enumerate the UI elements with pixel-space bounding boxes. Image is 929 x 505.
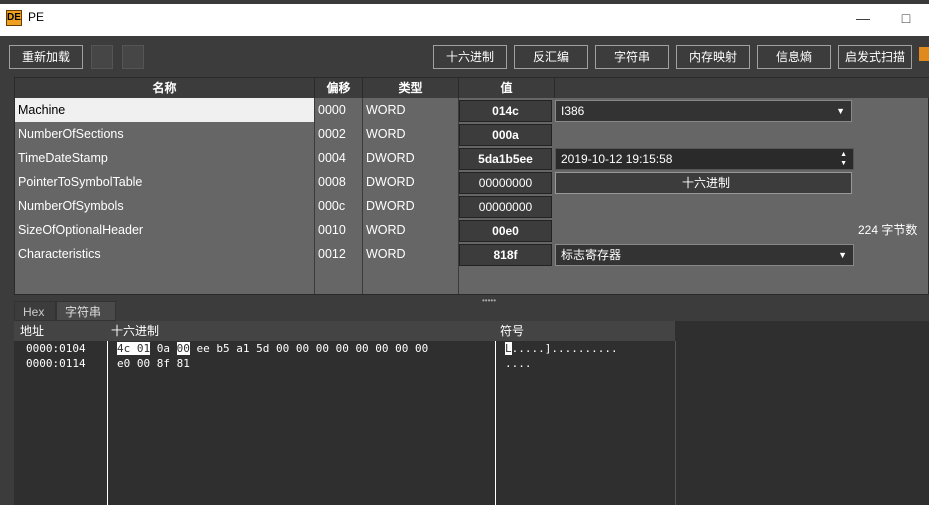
characteristics-select[interactable]: 标志寄存器 ▼ [555,244,854,266]
column-header-type[interactable]: 类型 [363,78,459,98]
field-type: DWORD [366,175,415,189]
grip-icon: ••••• [482,296,497,305]
app-logo-icon: DE [6,10,22,26]
hex-byte-text: ee b5 a1 5d 00 00 00 00 00 00 00 00 [189,342,429,355]
hex-view[interactable]: 地址 十六进制 符号 0000:0104 4c 01 0a 00 ee b5 a… [14,321,929,505]
hex-bytes[interactable]: 4c 01 0a 00 ee b5 a1 5d 00 00 00 00 00 0… [117,342,428,355]
hex-header: 地址 十六进制 符号 [14,321,675,341]
field-offset: 0010 [318,223,346,237]
hex-byte-text: 0a [150,342,177,355]
field-type: DWORD [366,199,415,213]
splitter-handle[interactable]: ••••• [0,295,929,305]
title-bar: DE PE — □ [0,0,929,36]
memory-map-button[interactable]: 内存映射 [676,45,750,69]
field-offset: 0008 [318,175,346,189]
table-row[interactable]: Machine 0000 WORD 014c I386 ▼ [15,98,929,122]
entropy-button[interactable]: 信息熵 [757,45,831,69]
hex-divider [107,341,108,505]
table-row[interactable]: TimeDateStamp 0004 DWORD 5da1b5ee 2019-1… [15,146,929,170]
hex-divider [675,341,676,505]
field-offset: 0004 [318,151,346,165]
field-name: TimeDateStamp [18,151,108,165]
field-value[interactable]: 00e0 [459,220,552,242]
orange-edge-marker [919,47,929,61]
symbol-selection[interactable]: L [505,342,512,355]
timestamp-spinbox[interactable]: 2019-10-12 19:15:58 ▲ ▼ [555,148,854,170]
field-value[interactable]: 014c [459,100,552,122]
hex-button[interactable]: 十六进制 [433,45,507,69]
field-offset: 0000 [318,103,346,117]
chevron-down-icon: ▼ [838,250,847,260]
table-header: 名称 偏移 类型 值 [15,78,929,98]
hex-bytes[interactable]: e0 00 8f 81 [117,357,190,370]
column-header-name[interactable]: 名称 [15,78,315,98]
spin-arrows-icon[interactable]: ▲ ▼ [840,150,847,168]
field-type: WORD [366,223,406,237]
tab-hex[interactable]: Hex [14,301,56,321]
toolbar-blank-button-1[interactable] [91,45,113,69]
field-name: SizeOfOptionalHeader [18,223,144,237]
column-divider [458,98,459,294]
hex-address: 0000:0114 [26,357,86,370]
field-value[interactable]: 5da1b5ee [459,148,552,170]
characteristics-select-value: 标志寄存器 [561,248,622,262]
symbol-text: .....].......... [511,342,618,355]
table-row[interactable]: SizeOfOptionalHeader 0010 WORD 00e0 224 … [15,218,929,242]
hex-header-hex: 十六进制 [111,324,160,338]
table-row[interactable]: PointerToSymbolTable 0008 DWORD 00000000… [15,170,929,194]
column-header-offset[interactable]: 偏移 [315,78,363,98]
field-name: Characteristics [18,247,101,261]
column-divider [362,98,363,294]
field-value[interactable]: 000a [459,124,552,146]
heuristic-scan-button[interactable]: 启发式扫描 [838,45,912,69]
field-offset: 000c [318,199,346,213]
field-type: WORD [366,247,406,261]
column-divider [314,98,315,294]
strings-button[interactable]: 字符串 [595,45,669,69]
field-name: PointerToSymbolTable [18,175,143,189]
maximize-button[interactable]: □ [896,9,916,27]
minimize-button[interactable]: — [853,9,873,27]
header-table: 名称 偏移 类型 值 Machine 0000 WORD 014c I386 ▼… [14,77,929,295]
hex-byte-selection[interactable]: 4c 01 [117,342,151,355]
background-strip [0,0,929,4]
machine-select[interactable]: I386 ▼ [555,100,852,122]
column-header-value[interactable]: 值 [459,78,555,98]
hex-divider [495,341,496,505]
hex-symbols[interactable]: .... [505,357,532,370]
column-header-extra [555,78,929,98]
field-name: NumberOfSymbols [18,199,124,213]
reload-button[interactable]: 重新加载 [9,45,83,69]
field-offset: 0002 [318,127,346,141]
field-value[interactable]: 00000000 [459,172,552,194]
hex-byte-selection[interactable]: 00 [176,342,190,355]
field-value[interactable]: 818f [459,244,552,266]
table-row[interactable]: NumberOfSymbols 000c DWORD 00000000 [15,194,929,218]
field-type: DWORD [366,151,415,165]
table-row[interactable]: Characteristics 0012 WORD 818f 标志寄存器 ▼ [15,242,929,266]
disasm-button[interactable]: 反汇编 [514,45,588,69]
table-row[interactable]: NumberOfSections 0002 WORD 000a [15,122,929,146]
field-offset: 0012 [318,247,346,261]
hex-symbols[interactable]: L.....].......... [505,342,618,355]
chevron-down-icon: ▼ [836,106,845,116]
field-name: Machine [15,98,314,122]
field-name: NumberOfSections [18,127,124,141]
machine-select-value: I386 [561,104,585,118]
timestamp-value: 2019-10-12 19:15:58 [561,152,673,166]
toolbar-blank-button-2[interactable] [122,45,144,69]
hex-header-address: 地址 [20,324,45,338]
size-description: 224 字节数 [858,223,918,237]
toolbar: 重新加载 十六进制 反汇编 字符串 内存映射 信息熵 启发式扫描 [0,36,929,72]
tab-strings[interactable]: 字符串 [56,301,116,321]
window-title: PE [28,10,45,24]
hex-view-button[interactable]: 十六进制 [555,172,852,194]
field-type: WORD [366,127,406,141]
field-value[interactable]: 00000000 [459,196,552,218]
hex-address: 0000:0104 [26,342,86,355]
hex-header-symbols: 符号 [500,324,525,338]
field-type: WORD [366,103,406,117]
